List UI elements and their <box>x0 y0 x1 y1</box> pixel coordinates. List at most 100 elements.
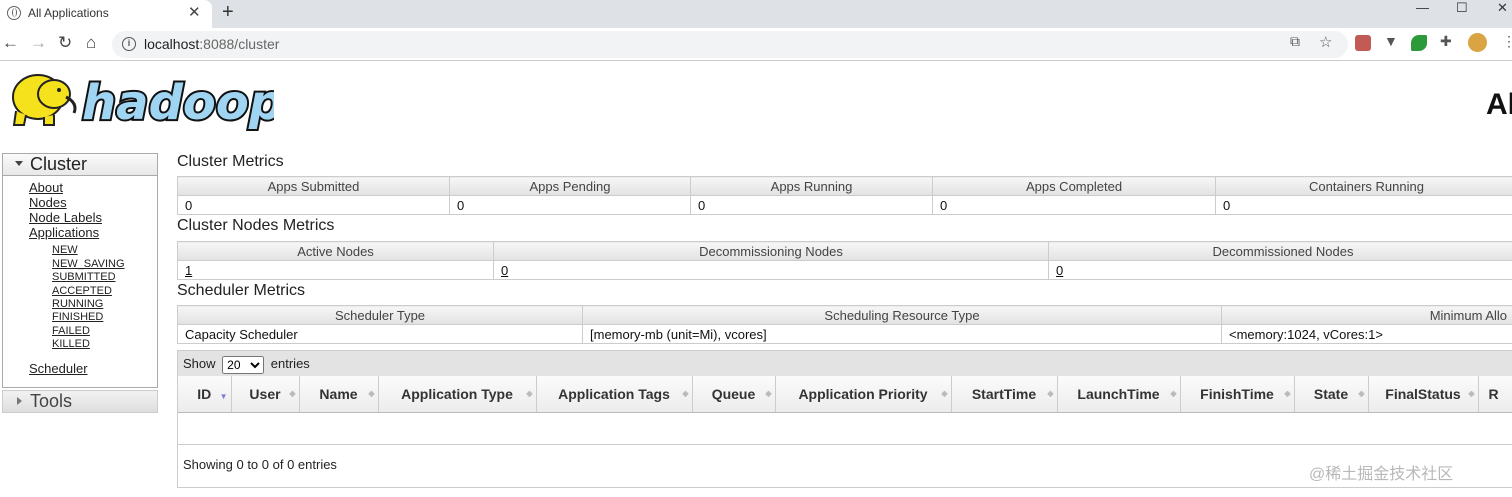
sidebar-state-new-saving[interactable]: NEW_SAVING <box>52 258 125 270</box>
minimize-button[interactable]: — <box>1416 0 1429 15</box>
column-header-launch-time[interactable]: LaunchTime ◆ <box>1057 376 1181 413</box>
sort-icon: ◆ <box>1358 389 1365 398</box>
cluster-section-header[interactable]: Cluster <box>2 153 158 176</box>
tab-close-icon[interactable]: ✕ <box>188 3 201 21</box>
cluster-metrics-table: Apps Submitted Apps Pending Apps Running… <box>177 176 1512 215</box>
entries-label: entries <box>270 356 310 371</box>
nodes-metrics-title: Cluster Nodes Metrics <box>177 217 335 234</box>
column-header-final-status[interactable]: FinalStatus ◆ <box>1368 376 1479 413</box>
column-header-queue[interactable]: Queue ◆ <box>692 376 776 413</box>
address-bar[interactable]: i localhost:8088/cluster <box>112 31 1348 58</box>
apps-completed-value: 0 <box>932 195 1216 215</box>
tag-extension-icon[interactable] <box>1411 35 1427 51</box>
sidebar-state-submitted[interactable]: SUBMITTED <box>52 271 116 283</box>
sidebar-state-running[interactable]: RUNNING <box>52 298 103 310</box>
column-header-finish-time[interactable]: FinishTime ◆ <box>1180 376 1295 413</box>
cluster-label: Cluster <box>30 154 88 174</box>
sidebar-state-accepted[interactable]: ACCEPTED <box>52 285 112 297</box>
column-header-application-type[interactable]: Application Type ◆ <box>378 376 537 413</box>
show-label: Show <box>183 356 216 371</box>
column-header: Scheduling Resource Type <box>582 305 1222 325</box>
scheduler-type-value: Capacity Scheduler <box>177 324 583 344</box>
nodes-metrics-table: Active Nodes Decommissioning Nodes Decom… <box>177 241 1512 280</box>
close-window-button[interactable]: ✕ <box>1497 0 1508 16</box>
table-row-empty <box>178 412 1512 445</box>
entries-control: Show 20 entries <box>178 351 1512 376</box>
column-header: Apps Completed <box>932 176 1216 196</box>
cluster-menu: About Nodes Node Labels Applications NEW… <box>2 176 158 388</box>
column-header-truncated[interactable]: R <box>1478 376 1512 413</box>
sort-icon: ◆ <box>526 389 533 398</box>
column-header: Apps Pending <box>449 176 691 196</box>
column-header-user[interactable]: User ◆ <box>231 376 300 413</box>
column-header: Decommissioning Nodes <box>493 241 1049 261</box>
collapse-triangle-icon <box>15 161 23 166</box>
sort-icon: ◆ <box>289 389 296 398</box>
browser-tab[interactable]: All Applications ✕ <box>0 0 212 28</box>
active-nodes-link[interactable]: 1 <box>185 263 192 278</box>
scheduler-metrics-title: Scheduler Metrics <box>177 282 306 299</box>
puzzle-extension-icon[interactable]: ✚ <box>1440 33 1452 50</box>
decommissioned-nodes-link[interactable]: 0 <box>1056 263 1063 278</box>
column-header-application-tags[interactable]: Application Tags ◆ <box>536 376 693 413</box>
sidebar-link-applications[interactable]: Applications <box>29 225 99 240</box>
tools-section-header[interactable]: Tools <box>2 390 158 413</box>
info-icon[interactable]: i <box>122 37 136 51</box>
containers-running-value: 0 <box>1215 195 1512 215</box>
sidebar-state-new[interactable]: NEW <box>52 244 78 256</box>
sidebar-state-killed[interactable]: KILLED <box>52 338 90 350</box>
svg-text:hadoop: hadoop <box>82 75 274 131</box>
column-header-id[interactable]: ID ▼ <box>178 376 232 413</box>
tab-title: All Applications <box>28 6 109 20</box>
sidebar-link-scheduler[interactable]: Scheduler <box>29 361 88 376</box>
table-header-row: Apps Submitted Apps Pending Apps Running… <box>177 176 1512 196</box>
column-header-state[interactable]: State ◆ <box>1294 376 1369 413</box>
table-header-row: ID ▼ User ◆ Name ◆ Application Type ◆ Applic… <box>178 376 1512 413</box>
browser-toolbar: ← → ↻ ⌂ i localhost:8088/cluster ⧉ ☆ ▼ ✚… <box>0 28 1512 61</box>
apps-pending-value: 0 <box>449 195 691 215</box>
tools-label: Tools <box>30 391 73 411</box>
filter-extension-icon[interactable]: ▼ <box>1384 33 1398 49</box>
home-icon[interactable]: ⌂ <box>86 33 96 53</box>
column-header: Apps Submitted <box>177 176 450 196</box>
hadoop-logo: hadoop hadoop <box>12 73 274 133</box>
entries-select[interactable]: 20 <box>222 355 265 374</box>
sidebar: Cluster About Nodes Node Labels Applicat… <box>2 153 158 413</box>
column-header-start-time[interactable]: StartTime ◆ <box>951 376 1058 413</box>
profile-avatar[interactable] <box>1468 33 1487 52</box>
reload-icon[interactable]: ↻ <box>58 33 72 53</box>
sort-icon: ◆ <box>1468 389 1475 398</box>
sidebar-state-failed[interactable]: FAILED <box>52 325 90 337</box>
column-header-application-priority[interactable]: Application Priority ◆ <box>775 376 952 413</box>
sidebar-state-finished[interactable]: FINISHED <box>52 311 103 323</box>
bookmark-star-icon[interactable]: ☆ <box>1319 33 1332 51</box>
column-header: Scheduler Type <box>177 305 583 325</box>
url-text[interactable]: localhost:8088/cluster <box>144 36 279 52</box>
sidebar-link-nodes[interactable]: Nodes <box>29 195 67 210</box>
decommissioning-nodes-link[interactable]: 0 <box>501 263 508 278</box>
new-tab-button[interactable]: + <box>222 1 234 24</box>
sidebar-link-about[interactable]: About <box>29 180 63 195</box>
menu-dots-icon[interactable]: ⋮ <box>1502 33 1512 50</box>
table-header-row: Active Nodes Decommissioning Nodes Decom… <box>177 241 1512 261</box>
applications-table: ID ▼ User ◆ Name ◆ Application Type ◆ Applic… <box>178 376 1512 445</box>
column-header-name[interactable]: Name ◆ <box>299 376 379 413</box>
column-header: Minimum Allo <box>1221 305 1512 325</box>
sort-icon: ◆ <box>682 389 689 398</box>
sort-icon: ◆ <box>1170 389 1177 398</box>
scheduling-resource-type-value: [memory-mb (unit=Mi), vcores] <box>582 324 1222 344</box>
back-icon[interactable]: ← <box>2 33 19 53</box>
page-title: Al <box>1486 88 1512 121</box>
table-row: 0 0 0 0 0 <box>177 195 1512 215</box>
scheduler-metrics-table: Scheduler Type Scheduling Resource Type … <box>177 305 1512 344</box>
pdf-extension-icon[interactable] <box>1355 35 1371 51</box>
cluster-metrics-title: Cluster Metrics <box>177 153 284 170</box>
column-header: Containers Running <box>1215 176 1512 196</box>
sidebar-link-node-labels[interactable]: Node Labels <box>29 210 102 225</box>
forward-icon[interactable]: → <box>30 33 47 53</box>
translate-icon[interactable]: ⧉ <box>1290 33 1300 50</box>
maximize-button[interactable]: ☐ <box>1456 0 1468 16</box>
expand-triangle-icon <box>17 397 22 405</box>
sort-desc-icon: ▼ <box>219 392 228 401</box>
sort-icon: ◆ <box>1284 389 1291 398</box>
